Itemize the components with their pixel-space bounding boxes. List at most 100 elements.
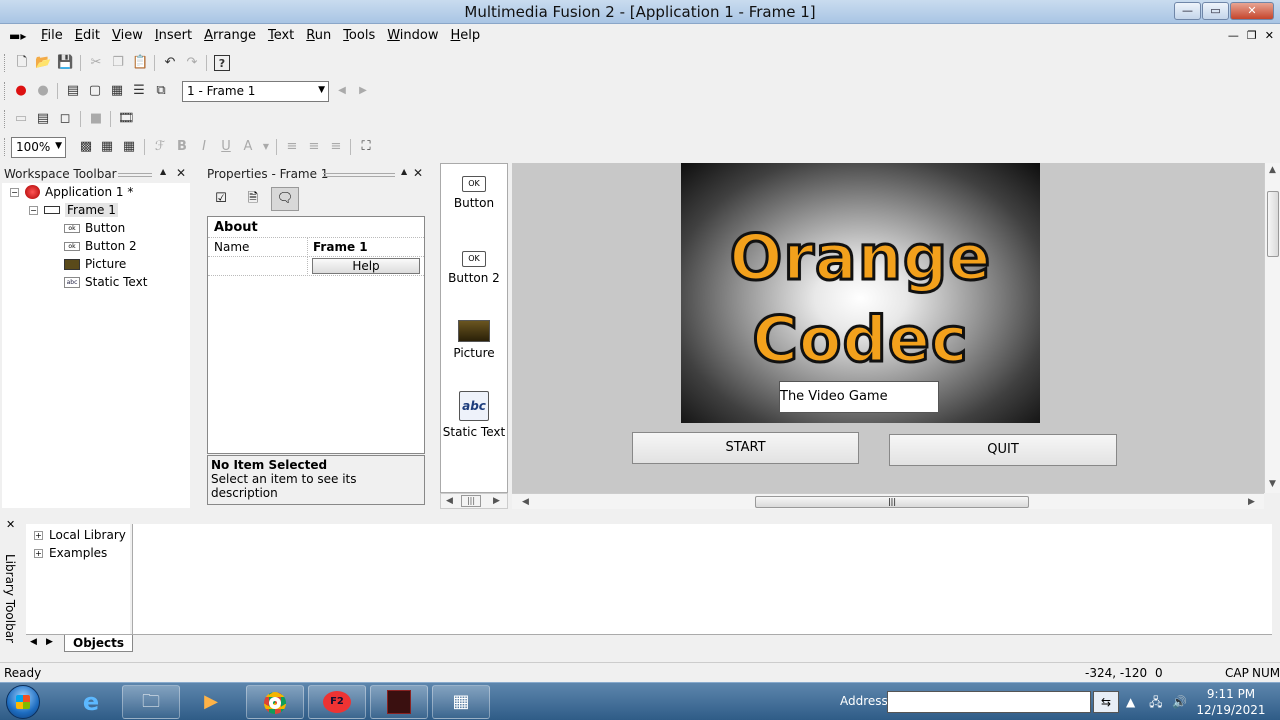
scroll-up-icon[interactable]: ▲: [1269, 165, 1276, 175]
property-row-name[interactable]: Name Frame 1: [208, 238, 424, 257]
tree-node-button-2[interactable]: ok Button 2: [64, 237, 137, 255]
editor-horizontal-scrollbar[interactable]: ◀ ||| ▶: [512, 493, 1264, 509]
font-icon[interactable]: ℱ: [152, 139, 168, 155]
collapse-icon[interactable]: −: [29, 205, 38, 215]
event-editor-icon[interactable]: ▦: [109, 83, 125, 99]
toolbar-grip[interactable]: [4, 138, 7, 156]
toolbar-grip[interactable]: [4, 54, 7, 72]
tab-objects[interactable]: Objects: [64, 635, 134, 652]
redo-icon[interactable]: ↷: [184, 55, 200, 71]
expand-icon[interactable]: +: [34, 530, 43, 540]
tree-node-frame[interactable]: − Frame 1: [29, 201, 118, 219]
address-input[interactable]: [887, 691, 1091, 713]
film-icon[interactable]: 🎞: [118, 111, 135, 127]
menu-run[interactable]: Run: [301, 28, 336, 43]
menu-view[interactable]: View: [107, 28, 148, 43]
start-button[interactable]: START: [632, 432, 859, 464]
event-list-icon[interactable]: ☰: [131, 83, 147, 99]
library-object-list[interactable]: [132, 524, 1272, 634]
network-icon[interactable]: 🖧: [1149, 695, 1162, 709]
mdi-close-icon[interactable]: ✕: [1265, 29, 1274, 42]
align-left-icon[interactable]: ≡: [284, 139, 300, 155]
layer-list-icon[interactable]: ▤: [35, 111, 51, 127]
layer-icon[interactable]: ▭: [13, 111, 29, 127]
library-close-icon[interactable]: ✕: [6, 518, 15, 531]
close-button[interactable]: ✕: [1230, 2, 1274, 20]
chevron-down-icon[interactable]: ▼: [258, 139, 274, 155]
bold-icon[interactable]: B: [174, 139, 190, 155]
game-app-icon[interactable]: [370, 685, 428, 719]
new-file-icon[interactable]: 🗋: [14, 55, 30, 71]
stop-icon[interactable]: ●: [13, 83, 29, 99]
internet-explorer-icon[interactable]: e: [62, 685, 120, 719]
property-name-value[interactable]: Frame 1: [309, 238, 424, 257]
media-player-icon[interactable]: ▶: [182, 685, 240, 719]
editor-vertical-scrollbar[interactable]: ▲ ▼: [1264, 163, 1280, 493]
save-icon[interactable]: 💾: [57, 55, 73, 71]
toolbar-grip[interactable]: [4, 82, 7, 100]
scroll-right-icon[interactable]: ▶: [1248, 497, 1255, 507]
menu-window[interactable]: Window: [382, 28, 443, 43]
mdi-minimize-icon[interactable]: —: [1228, 29, 1239, 42]
data-elements-icon[interactable]: ⧉: [153, 83, 169, 99]
scroll-down-icon[interactable]: ▼: [1269, 479, 1276, 489]
panel-menu-icon[interactable]: ▲: [160, 167, 166, 176]
maximize-button[interactable]: ▭: [1202, 2, 1229, 20]
storyboard-editor-icon[interactable]: ▤: [65, 83, 81, 99]
copy-icon[interactable]: ❐: [110, 55, 126, 71]
tab-scroll-left-icon[interactable]: ◀: [30, 637, 37, 647]
align-right-icon[interactable]: ≡: [328, 139, 344, 155]
menu-text[interactable]: Text: [263, 28, 299, 43]
scroll-thumb[interactable]: [1267, 191, 1279, 257]
help-button[interactable]: Help: [312, 258, 420, 274]
frame-editor[interactable]: Orange Codec The Video Game START QUIT: [512, 163, 1264, 493]
object-button[interactable]: OK Button: [441, 176, 507, 210]
static-text-object[interactable]: The Video Game: [779, 381, 939, 413]
layer-select-icon[interactable]: ◻: [57, 111, 73, 127]
previous-frame-icon[interactable]: ◀: [334, 83, 350, 99]
undo-icon[interactable]: ↶: [162, 55, 178, 71]
settings-tab-icon[interactable]: ☑: [207, 187, 235, 211]
tree-node-application[interactable]: − Application 1 *: [10, 183, 133, 201]
panel-menu-icon[interactable]: ▲: [401, 167, 407, 176]
volume-icon[interactable]: 🔊: [1172, 695, 1187, 709]
menu-arrange[interactable]: Arrange: [199, 28, 261, 43]
control-panel-icon[interactable]: ▦: [432, 685, 490, 719]
toolbar-grip[interactable]: [4, 110, 7, 128]
object-button-2[interactable]: OK Button 2: [441, 251, 507, 285]
menu-file[interactable]: File: [36, 28, 68, 43]
minimize-button[interactable]: —: [1174, 2, 1201, 20]
menu-help[interactable]: Help: [446, 28, 486, 43]
object-toolbar-scrollbar[interactable]: ◀ ||| ▶: [440, 493, 508, 509]
tree-node-local-library[interactable]: + Local Library: [34, 526, 126, 544]
workspace-close-icon[interactable]: ✕: [176, 166, 186, 180]
snap-grid-icon[interactable]: ▦: [99, 139, 115, 155]
frame-select-dropdown[interactable]: 1 - Frame 1 ▼: [182, 81, 329, 102]
mdi-restore-icon[interactable]: ❐: [1247, 29, 1257, 42]
app-menu-icon[interactable]: ▬▸: [9, 29, 26, 43]
tree-node-picture[interactable]: Picture: [64, 255, 126, 273]
collapse-icon[interactable]: −: [10, 187, 19, 197]
tree-node-static-text[interactable]: abc Static Text: [64, 273, 147, 291]
clock[interactable]: 9:11 PM 12/19/2021: [1196, 686, 1266, 718]
scroll-thumb[interactable]: |||: [755, 496, 1029, 508]
about-tab-icon[interactable]: 🗨: [271, 187, 299, 211]
scroll-left-icon[interactable]: ◀: [522, 497, 529, 507]
chrome-icon[interactable]: [246, 685, 304, 719]
frame-editor-icon[interactable]: ▢: [87, 83, 103, 99]
start-button[interactable]: [6, 685, 40, 719]
open-folder-icon[interactable]: 📂: [35, 55, 51, 71]
record-icon[interactable]: ●: [35, 83, 51, 99]
grid-toggle-icon[interactable]: ▩: [78, 139, 94, 155]
multimedia-fusion-icon[interactable]: F2: [308, 685, 366, 719]
menu-edit[interactable]: Edit: [70, 28, 105, 43]
zoom-dropdown[interactable]: 100% ▼: [11, 137, 66, 158]
fit-frame-icon[interactable]: ⛶: [358, 139, 374, 155]
show-hidden-icons[interactable]: ▲: [1126, 695, 1135, 709]
help-question-icon[interactable]: ?: [214, 55, 230, 71]
panel-grip[interactable]: [118, 173, 152, 177]
expand-icon[interactable]: +: [34, 548, 43, 558]
tree-node-button[interactable]: ok Button: [64, 219, 125, 237]
tree-node-examples[interactable]: + Examples: [34, 544, 107, 562]
cut-icon[interactable]: ✂: [88, 55, 104, 71]
